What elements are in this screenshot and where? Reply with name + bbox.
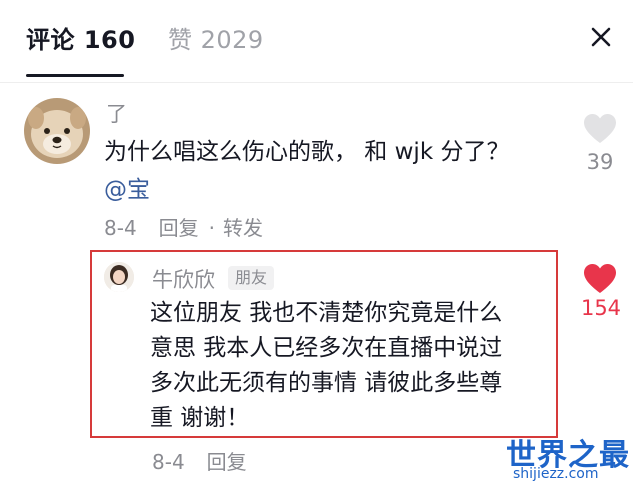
close-icon — [591, 27, 611, 47]
reply-text-line: 重 谢谢！ — [150, 405, 250, 431]
reply-like-button[interactable] — [582, 262, 618, 296]
reply-text-line: 多次此无须有的事情 请彼此多些尊 — [150, 370, 503, 396]
comment-panel: 评论 160 赞 2029 了 为什么唱这么伤心的歌， 和 wjk 分了？ @宝… — [0, 0, 633, 490]
person-avatar-image — [104, 262, 134, 292]
comment-date: 8-4 — [104, 216, 137, 240]
reply-date: 8-4 — [152, 450, 185, 474]
dog-avatar-image — [24, 98, 90, 164]
comment-mention[interactable]: @宝 — [104, 170, 150, 204]
comment-share-button[interactable]: 转发 — [223, 216, 263, 240]
comment-meta: 8-4 回复 · 转发 — [104, 212, 285, 241]
meta-separator: · — [208, 216, 216, 240]
heart-filled-icon — [584, 264, 616, 293]
tab-likes[interactable]: 赞 2029 — [168, 20, 264, 55]
reply-text-line: 意思 我本人已经多次在直播中说过 — [150, 335, 503, 361]
avatar[interactable] — [24, 98, 90, 164]
comment-text: 为什么唱这么伤心的歌， 和 wjk 分了？ — [104, 139, 510, 165]
comment-reply-button[interactable]: 回复 — [159, 216, 199, 240]
comment-like-button[interactable] — [582, 112, 618, 146]
reply-meta: 8-4 回复 — [152, 446, 269, 475]
tab-comments[interactable]: 评论 160 — [26, 20, 135, 55]
comment-username[interactable]: 了 — [106, 98, 127, 128]
header-divider — [0, 82, 633, 83]
reply-text-line: 这位朋友 我也不清楚你究竟是什么 — [150, 300, 503, 326]
active-tab-indicator — [26, 74, 124, 77]
friend-badge: 朋友 — [228, 266, 275, 290]
reply-avatar[interactable] — [104, 262, 134, 292]
reply-text: 这位朋友 我也不清楚你究竟是什么 意思 我本人已经多次在直播中说过 多次此无须有… — [150, 296, 550, 436]
heart-outline-icon — [584, 114, 616, 143]
reply-like-count: 154 — [580, 296, 622, 320]
close-button[interactable] — [584, 20, 618, 54]
reply-reply-button[interactable]: 回复 — [207, 450, 247, 474]
watermark-url: shijiezz.com — [513, 466, 599, 482]
reply-username[interactable]: 牛欣欣 — [152, 264, 215, 294]
comment-like-count: 39 — [586, 150, 614, 174]
